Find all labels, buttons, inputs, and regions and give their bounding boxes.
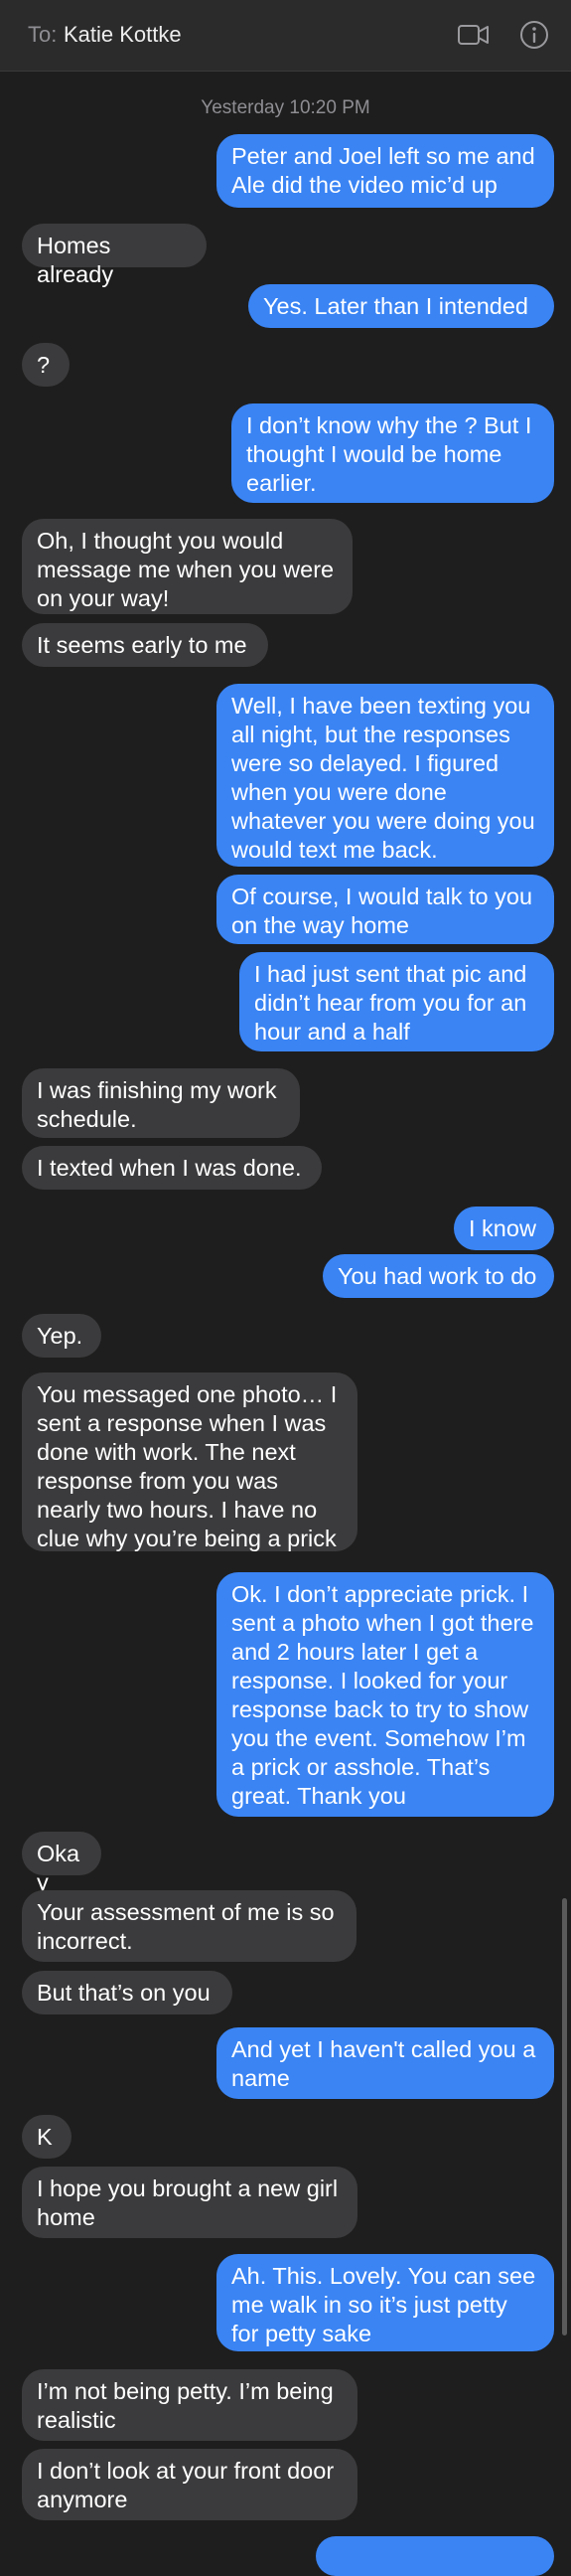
message-bubble-received[interactable]: You messaged one photo… I sent a respons…	[22, 1372, 357, 1551]
message-bubble-sent[interactable]: Well, I have been texting you all night,…	[216, 684, 554, 867]
info-circle-icon[interactable]	[517, 18, 551, 52]
message-bubble-received[interactable]: It seems early to me	[22, 623, 268, 667]
message-bubble-sent[interactable]: Ok. I don’t appreciate prick. I sent a p…	[216, 1572, 554, 1817]
message-timestamp: Yesterday 10:20 PM	[201, 97, 370, 118]
message-bubble-received[interactable]: I’m not being petty. I’m being realistic	[22, 2369, 357, 2441]
message-bubble-received[interactable]: ?	[22, 343, 70, 387]
message-bubble-sent[interactable]: Peter and Joel left so me and Ale did th…	[216, 134, 554, 208]
message-bubble-sent[interactable]: I had just sent that pic and didn’t hear…	[239, 952, 554, 1051]
message-bubble-received[interactable]: K	[22, 2115, 71, 2159]
message-bubble-received[interactable]: I was finishing my work schedule.	[22, 1068, 300, 1138]
message-bubble-received[interactable]: Okay	[22, 1832, 101, 1895]
message-bubble-sent[interactable]: Of course, I would talk to you on the wa…	[216, 875, 554, 944]
message-bubble-sent[interactable]: I know	[454, 1207, 554, 1250]
message-bubble-sent[interactable]: You had work to do	[323, 1254, 554, 1298]
message-bubble-sent[interactable]: I don’t know why the ? But I thought I w…	[231, 403, 554, 503]
scrollbar-thumb[interactable]	[562, 1898, 567, 2335]
message-bubble-received[interactable]: Your assessment of me is so incorrect.	[22, 1890, 357, 1962]
message-bubble-received[interactable]: Oh, I thought you would message me when …	[22, 519, 353, 614]
message-bubble-received[interactable]: I don’t look at your front door anymore	[22, 2449, 357, 2520]
conversation-header: To: Katie Kottke	[0, 0, 571, 72]
message-bubble-sent[interactable]: And yet I haven't called you a name	[216, 2027, 554, 2099]
recipient-name[interactable]: Katie Kottke	[64, 22, 182, 48]
to-label: To:	[28, 22, 58, 47]
message-bubble-received[interactable]: I texted when I was done.	[22, 1146, 322, 1190]
message-bubble-sent[interactable]: Ah. This. Lovely. You can see me walk in…	[216, 2254, 554, 2351]
message-bubble-received[interactable]: But that’s on you	[22, 1971, 232, 2014]
message-bubble-sent[interactable]: Yes. Later than I intended	[248, 284, 554, 328]
message-bubble-received[interactable]: I hope you brought a new girl home	[22, 2167, 357, 2238]
message-bubble-sent[interactable]	[316, 2536, 554, 2576]
message-bubble-received[interactable]: Yep.	[22, 1314, 101, 1358]
video-camera-icon[interactable]	[457, 20, 491, 50]
message-bubble-received[interactable]: Homes already	[22, 224, 207, 287]
